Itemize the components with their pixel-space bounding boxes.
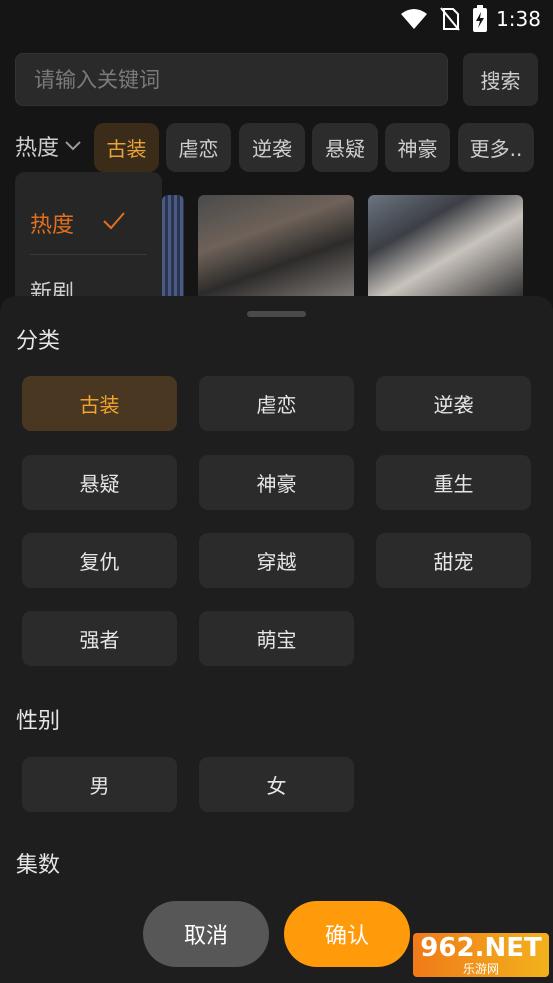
search-input[interactable] xyxy=(16,54,447,105)
search-button[interactable]: 搜索 xyxy=(463,53,538,106)
category-option[interactable]: 神豪 xyxy=(199,455,354,510)
drama-thumbnail[interactable] xyxy=(162,195,184,305)
battery-charging-icon xyxy=(473,5,487,32)
chip-more[interactable]: 更多.. xyxy=(458,123,534,172)
chip-comeback[interactable]: 逆袭 xyxy=(239,123,305,172)
drama-thumbnail[interactable] xyxy=(198,195,354,305)
status-bar: 1:38 xyxy=(0,0,553,40)
category-option[interactable]: 甜宠 xyxy=(376,533,531,588)
watermark-sub: 乐游网 xyxy=(462,962,499,976)
section-title-gender: 性别 xyxy=(16,709,61,734)
gender-option-male[interactable]: 男 xyxy=(22,757,177,812)
drama-thumbnail[interactable] xyxy=(368,195,523,305)
cancel-button[interactable]: 取消 xyxy=(143,901,269,967)
category-option[interactable]: 穿越 xyxy=(199,533,354,588)
gender-option-female[interactable]: 女 xyxy=(199,757,354,812)
no-sim-icon xyxy=(440,7,460,31)
confirm-button[interactable]: 确认 xyxy=(284,901,410,967)
sheet-drag-handle[interactable] xyxy=(247,311,306,317)
watermark-logo: 962.NET 乐游网 xyxy=(413,933,549,977)
divider xyxy=(30,254,147,255)
chip-tycoon[interactable]: 神豪 xyxy=(385,123,450,172)
section-title-category: 分类 xyxy=(16,329,61,354)
category-option[interactable]: 虐恋 xyxy=(199,376,354,431)
clock: 1:38 xyxy=(496,7,541,31)
category-option[interactable]: 古装 xyxy=(22,376,177,431)
search-box[interactable] xyxy=(15,53,448,106)
section-title-episodes: 集数 xyxy=(16,853,61,878)
check-icon xyxy=(103,212,125,230)
watermark-main: 962.NET xyxy=(420,933,542,963)
chip-suspense[interactable]: 悬疑 xyxy=(312,123,378,172)
sort-label: 热度 xyxy=(15,136,60,161)
sort-dropdown-menu: 热度 新剧 xyxy=(15,172,162,312)
category-option[interactable]: 悬疑 xyxy=(22,455,177,510)
category-option[interactable]: 重生 xyxy=(376,455,531,510)
chip-abuse-romance[interactable]: 虐恋 xyxy=(166,123,231,172)
category-option[interactable]: 逆袭 xyxy=(376,376,531,431)
sort-dropdown-toggle[interactable]: 热度 xyxy=(15,130,81,162)
wifi-icon xyxy=(401,9,427,29)
category-option[interactable]: 萌宝 xyxy=(199,611,354,666)
category-option[interactable]: 复仇 xyxy=(22,533,177,588)
filter-bottom-sheet: 分类 古装 虐恋 逆袭 悬疑 神豪 重生 复仇 穿越 甜宠 强者 萌宝 性别 男… xyxy=(0,296,553,983)
sort-option-hot[interactable]: 热度 xyxy=(30,207,74,239)
category-option[interactable]: 强者 xyxy=(22,611,177,666)
chip-ancient[interactable]: 古装 xyxy=(94,123,159,172)
chevron-down-icon xyxy=(65,141,81,151)
